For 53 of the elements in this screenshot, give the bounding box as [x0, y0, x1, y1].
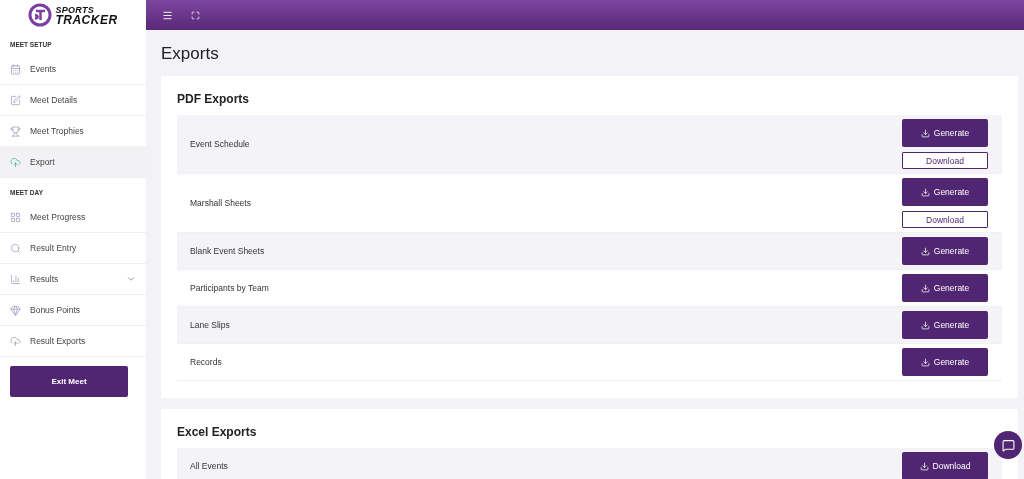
- action-button[interactable]: Generate: [902, 178, 988, 206]
- download-icon: [920, 320, 930, 330]
- row-label: Participants by Team: [190, 283, 269, 293]
- card-title: Excel Exports: [177, 425, 258, 439]
- download-icon: [920, 187, 930, 197]
- logo-icon: [28, 3, 53, 27]
- row-label: Records: [190, 357, 222, 367]
- download-icon: [920, 246, 930, 256]
- trophy-icon: [10, 125, 21, 137]
- download-icon: [920, 128, 930, 138]
- chat-icon: [1001, 438, 1015, 452]
- logo-text: SPORTS: [55, 5, 96, 15]
- download-icon: [920, 283, 930, 293]
- row-label: Blank Event Sheets: [190, 246, 265, 256]
- card-title: PDF Exports: [177, 92, 250, 106]
- exit-meet-button[interactable]: Exit Meet: [10, 366, 128, 397]
- sidebar-label: Result Entry: [30, 243, 78, 253]
- cloud-icon: [10, 156, 21, 168]
- cloud-icon: [10, 335, 21, 347]
- sidebar-label: Meet Trophies: [30, 126, 85, 136]
- gem-icon: [10, 304, 21, 316]
- action-button[interactable]: Generate: [902, 348, 988, 376]
- sidebar-item[interactable]: Export: [0, 147, 146, 178]
- action-button[interactable]: Generate: [902, 274, 988, 302]
- download-icon: [919, 461, 929, 471]
- fullscreen-icon[interactable]: [191, 10, 200, 20]
- sidebar-label: Events: [30, 64, 57, 74]
- action-button[interactable]: Download: [902, 452, 988, 479]
- search-icon: [10, 242, 21, 254]
- sidebar-label: Meet Progress: [30, 212, 87, 222]
- logo-text: TRACKER: [55, 15, 118, 25]
- sidebar-label: Result Exports: [30, 336, 87, 346]
- sidebar-label: Export: [30, 157, 56, 167]
- sidebar-label: Bonus Points: [30, 305, 82, 315]
- bar-chart-icon: [10, 273, 21, 285]
- download-button[interactable]: Download: [902, 211, 988, 228]
- row-label: Event Schedule: [190, 139, 250, 149]
- sidebar-label: Meet Details: [30, 95, 79, 105]
- edit-icon: [10, 94, 21, 106]
- calendar-icon: [10, 63, 21, 75]
- row-label: Marshall Sheets: [190, 198, 251, 208]
- row-label: All Events: [190, 461, 228, 471]
- page-title: Exports: [161, 44, 220, 64]
- action-button[interactable]: Generate: [902, 237, 988, 265]
- row-label: Lane Slips: [190, 320, 230, 330]
- action-button[interactable]: Generate: [902, 311, 988, 339]
- download-icon: [920, 357, 930, 367]
- sidebar-label: Results: [30, 274, 60, 284]
- chat-button[interactable]: [994, 431, 1022, 459]
- menu-icon[interactable]: [162, 9, 173, 21]
- action-button[interactable]: Generate: [902, 119, 988, 147]
- grid-icon: [10, 211, 21, 223]
- download-button[interactable]: Download: [902, 152, 988, 169]
